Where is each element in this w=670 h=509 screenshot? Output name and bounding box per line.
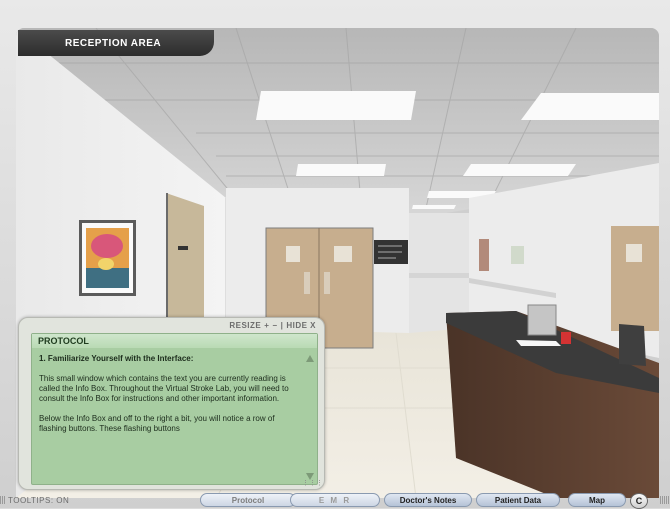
grip-icon	[660, 496, 670, 504]
scroll-up-arrow-icon[interactable]	[306, 355, 314, 362]
info-heading: 1. Familiarize Yourself with the Interfa…	[39, 354, 194, 363]
c-button[interactable]: C	[630, 493, 648, 509]
tooltips-toggle[interactable]: TOOLTIPS: ON	[8, 493, 69, 508]
bottom-bar: TOOLTIPS: ON Protocol E M R Doctor's Not…	[0, 493, 670, 509]
info-box-text: 1. Familiarize Yourself with the Interfa…	[39, 354, 297, 444]
info-paragraph: This small window which contains the tex…	[39, 374, 289, 403]
info-box-controls: RESIZE + − | HIDE X	[229, 321, 316, 330]
ceiling-light	[521, 93, 659, 120]
info-paragraph: Below the Info Box and off to the right …	[39, 414, 275, 433]
map-button[interactable]: Map	[568, 493, 626, 507]
grip-icon	[0, 496, 6, 504]
controls-separator: |	[280, 321, 284, 330]
emr-button[interactable]: E M R	[290, 493, 380, 507]
resize-label: RESIZE	[229, 321, 262, 330]
info-scrollbar[interactable]	[306, 355, 315, 480]
ceiling-light	[296, 164, 386, 176]
info-box[interactable]: RESIZE + − | HIDE X PROTOCOL 1. Familiar…	[18, 317, 325, 490]
pencil-cup	[561, 332, 571, 344]
resize-plus-button[interactable]: +	[264, 321, 269, 330]
doctors-notes-button[interactable]: Doctor's Notes	[384, 493, 472, 507]
info-box-header: PROTOCOL	[32, 334, 317, 348]
info-box-content: PROTOCOL 1. Familiarize Yourself with th…	[31, 333, 318, 485]
location-title: RECEPTION AREA	[18, 30, 214, 56]
hide-button[interactable]: HIDE X	[286, 321, 316, 330]
door-left	[166, 193, 204, 323]
door-right	[611, 226, 659, 331]
protocol-button[interactable]: Protocol	[200, 493, 296, 507]
painting	[79, 220, 136, 296]
monitor	[527, 304, 557, 336]
resize-grip-icon[interactable]: ⋮⋮⋮	[302, 479, 323, 487]
chair	[619, 324, 646, 366]
resize-minus-button[interactable]: −	[272, 321, 277, 330]
ceiling-light	[256, 91, 416, 120]
ceiling-light	[412, 205, 456, 209]
patient-data-button[interactable]: Patient Data	[476, 493, 560, 507]
ceiling-light	[463, 164, 576, 176]
